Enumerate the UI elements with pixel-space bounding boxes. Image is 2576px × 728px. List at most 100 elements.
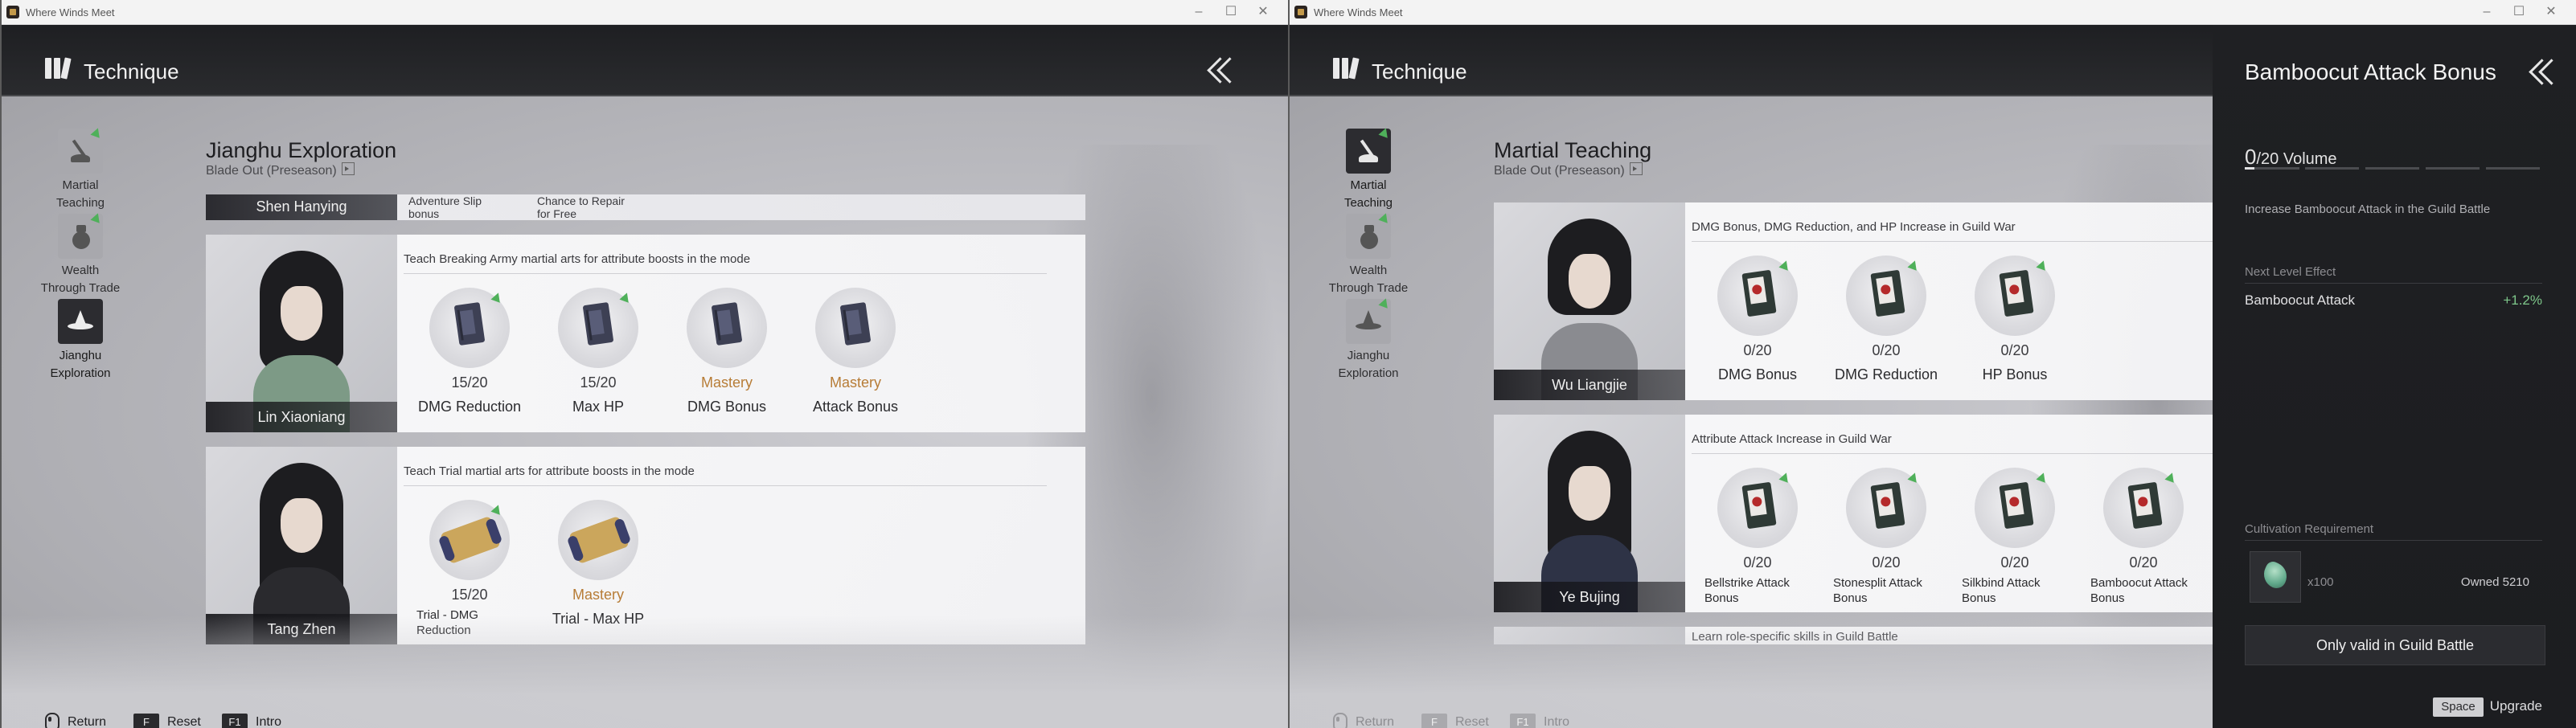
nav-item-jianghu-exploration[interactable]: Jianghu Exploration (32, 299, 129, 382)
skill-name: Chance to Repair for Free (537, 194, 625, 220)
page-title: Technique (84, 59, 179, 84)
guild-manual-icon (1846, 256, 1926, 336)
money-pouch-icon (1346, 211, 1391, 259)
game-stage: Technique Martial Teaching Wealth Through … (1288, 24, 2576, 728)
close-icon[interactable]: ✕ (2539, 2, 2563, 22)
skill-bamboocut-attack-bonus[interactable]: 0/20 Bamboocut Attack Bonus (2090, 468, 2195, 612)
skill-hp-bonus[interactable]: 0/20 HP Bonus (1962, 256, 2066, 400)
guild-battle-only-button[interactable]: Only valid in Guild Battle (2245, 625, 2545, 665)
window-titlebar: Where Winds Meet – ☐ ✕ (0, 0, 1288, 25)
skill-bellstrike-attack-bonus[interactable]: 0/20 Bellstrike Attack Bonus (1704, 468, 1809, 612)
minimize-icon[interactable]: – (2475, 2, 2499, 22)
teacher-card-tang-zhen[interactable]: Tang Zhen Teach Trial martial arts for a… (206, 447, 1085, 644)
skill-dmg-bonus[interactable]: Mastery DMG Bonus (674, 288, 778, 432)
season-subtitle[interactable]: Blade Out (Preseason) (1494, 162, 1643, 178)
effect-value: +1.2% (2503, 292, 2542, 308)
teacher-card-lin-xiaoniang[interactable]: Lin Xiaoniang Teach Breaking Army martia… (206, 235, 1085, 432)
card-description: Learn role-specific skills in Guild Batt… (1692, 630, 1898, 644)
app-icon (6, 6, 19, 18)
skill-silkbind-attack-bonus[interactable]: 0/20 Silkbind Attack Bonus (1962, 468, 2066, 612)
nav-item-wealth-through-trade[interactable]: Wealth Through Trade (32, 211, 129, 297)
owned-quantity: Owned 5210 (2460, 575, 2529, 589)
guild-manual-icon (1717, 256, 1798, 336)
skill-dmg-reduction[interactable]: 15/20 DMG Reduction (416, 288, 521, 432)
upgrade-triangle-icon (619, 291, 632, 303)
skill-dmg-bonus[interactable]: 0/20 DMG Bonus (1704, 256, 1809, 400)
volume-progress-bar (2245, 167, 2541, 170)
skill-stonesplit-attack-bonus[interactable]: 0/20 Stonesplit Attack Bonus (1833, 468, 1938, 612)
upgrade-triangle-icon (90, 126, 103, 138)
minimize-icon[interactable]: – (1187, 2, 1211, 22)
intro-hint[interactable]: F1 Intro (222, 712, 281, 728)
character-portrait: Shen Hanying (206, 194, 397, 220)
intro-hint[interactable]: F1 Intro (1510, 712, 1569, 728)
manual-book-icon (815, 288, 896, 368)
character-portrait: Tang Zhen (206, 447, 397, 644)
back-arrow-icon[interactable] (1204, 56, 1243, 84)
guild-manual-icon (1975, 256, 2055, 336)
maximize-icon[interactable]: ☐ (2507, 2, 2531, 22)
window-titlebar: Where Winds Meet – ☐ ✕ (1288, 0, 2576, 25)
skill-attack-bonus[interactable]: Mastery Attack Bonus (802, 288, 907, 432)
upgrade-hint[interactable]: Space Upgrade (2433, 697, 2542, 717)
upgrade-triangle-icon (1378, 297, 1391, 309)
top-bar: Technique (0, 24, 1288, 95)
cultivation-item-slot[interactable] (2250, 551, 2301, 603)
manual-book-icon (429, 288, 510, 368)
game-stage: Technique Martial Teaching Wealth Through … (0, 24, 1288, 728)
next-level-label: Next Level Effect (2245, 265, 2336, 279)
nav-item-jianghu-exploration[interactable]: Jianghu Exploration (1320, 297, 1417, 382)
skill-trial-max-hp[interactable]: Mastery Trial - Max HP (545, 500, 650, 644)
maximize-icon[interactable]: ☐ (1219, 2, 1243, 22)
panel-title: Bamboocut Attack Bonus (2245, 59, 2496, 84)
reset-hint[interactable]: F Reset (133, 712, 201, 728)
skill-dmg-reduction[interactable]: 0/20 DMG Reduction (1833, 256, 1938, 400)
skill-name: Adventure Slip bonus (408, 194, 482, 220)
upgrade-triangle-icon (1907, 471, 1920, 483)
requirement-label: Cultivation Requirement (2245, 522, 2374, 536)
skill-max-hp[interactable]: 15/20 Max HP (545, 288, 650, 432)
back-arrow-icon[interactable] (2526, 58, 2565, 85)
season-subtitle[interactable]: Blade Out (Preseason) (206, 162, 355, 178)
section-title: Martial Teaching (1494, 138, 1652, 162)
brush-icon (1346, 126, 1391, 174)
upgrade-triangle-icon (1778, 259, 1791, 271)
books-icon (1333, 57, 1360, 80)
character-name: Shen Hanying (256, 198, 347, 215)
card-description: Teach Breaking Army martial arts for att… (404, 252, 1047, 274)
chevron-right-icon[interactable] (1629, 162, 1643, 175)
mouse-icon (1333, 712, 1347, 728)
upgrade-triangle-icon (1378, 126, 1391, 138)
reset-hint[interactable]: F Reset (1421, 712, 1489, 728)
chevron-right-icon[interactable] (341, 162, 355, 175)
scroll-icon (558, 500, 638, 580)
upgrade-triangle-icon (490, 291, 503, 303)
nav-item-wealth-through-trade[interactable]: Wealth Through Trade (1320, 211, 1417, 297)
teacher-card-partial[interactable]: Shen Hanying Adventure Slip bonus Chance … (206, 194, 1085, 220)
nav-item-martial-teaching[interactable]: Martial Teaching (32, 126, 129, 212)
return-hint[interactable]: Return (45, 712, 106, 728)
page-title: Technique (1372, 59, 1467, 84)
money-pouch-icon (58, 211, 103, 259)
character-name: Tang Zhen (206, 614, 397, 644)
upgrade-triangle-icon (2036, 471, 2049, 483)
close-icon[interactable]: ✕ (1251, 2, 1275, 22)
manual-book-icon (558, 288, 638, 368)
upgrade-triangle-icon (90, 211, 103, 223)
game-window-right: Where Winds Meet – ☐ ✕ Technique Martial… (1288, 0, 2576, 728)
nav-item-martial-teaching[interactable]: Martial Teaching (1320, 126, 1417, 212)
character-name: Ye Bujing (1494, 582, 1685, 612)
card-description: Teach Trial martial arts for attribute b… (404, 464, 1047, 486)
jade-item-icon (2259, 559, 2291, 591)
skill-trial-dmg-reduction[interactable]: 15/20 Trial - DMG Reduction (416, 500, 521, 644)
return-hint[interactable]: Return (1333, 712, 1394, 728)
upgrade-triangle-icon (2164, 471, 2177, 483)
upgrade-triangle-icon (1378, 211, 1391, 223)
straw-hat-icon (58, 299, 103, 344)
guild-manual-icon (1846, 468, 1926, 548)
straw-hat-icon (1346, 297, 1391, 344)
character-portrait: Wu Liangjie (1494, 202, 1685, 400)
divider (2245, 540, 2542, 541)
game-window-left: Where Winds Meet – ☐ ✕ Technique Martial… (0, 0, 1288, 728)
character-portrait (1494, 627, 1685, 644)
